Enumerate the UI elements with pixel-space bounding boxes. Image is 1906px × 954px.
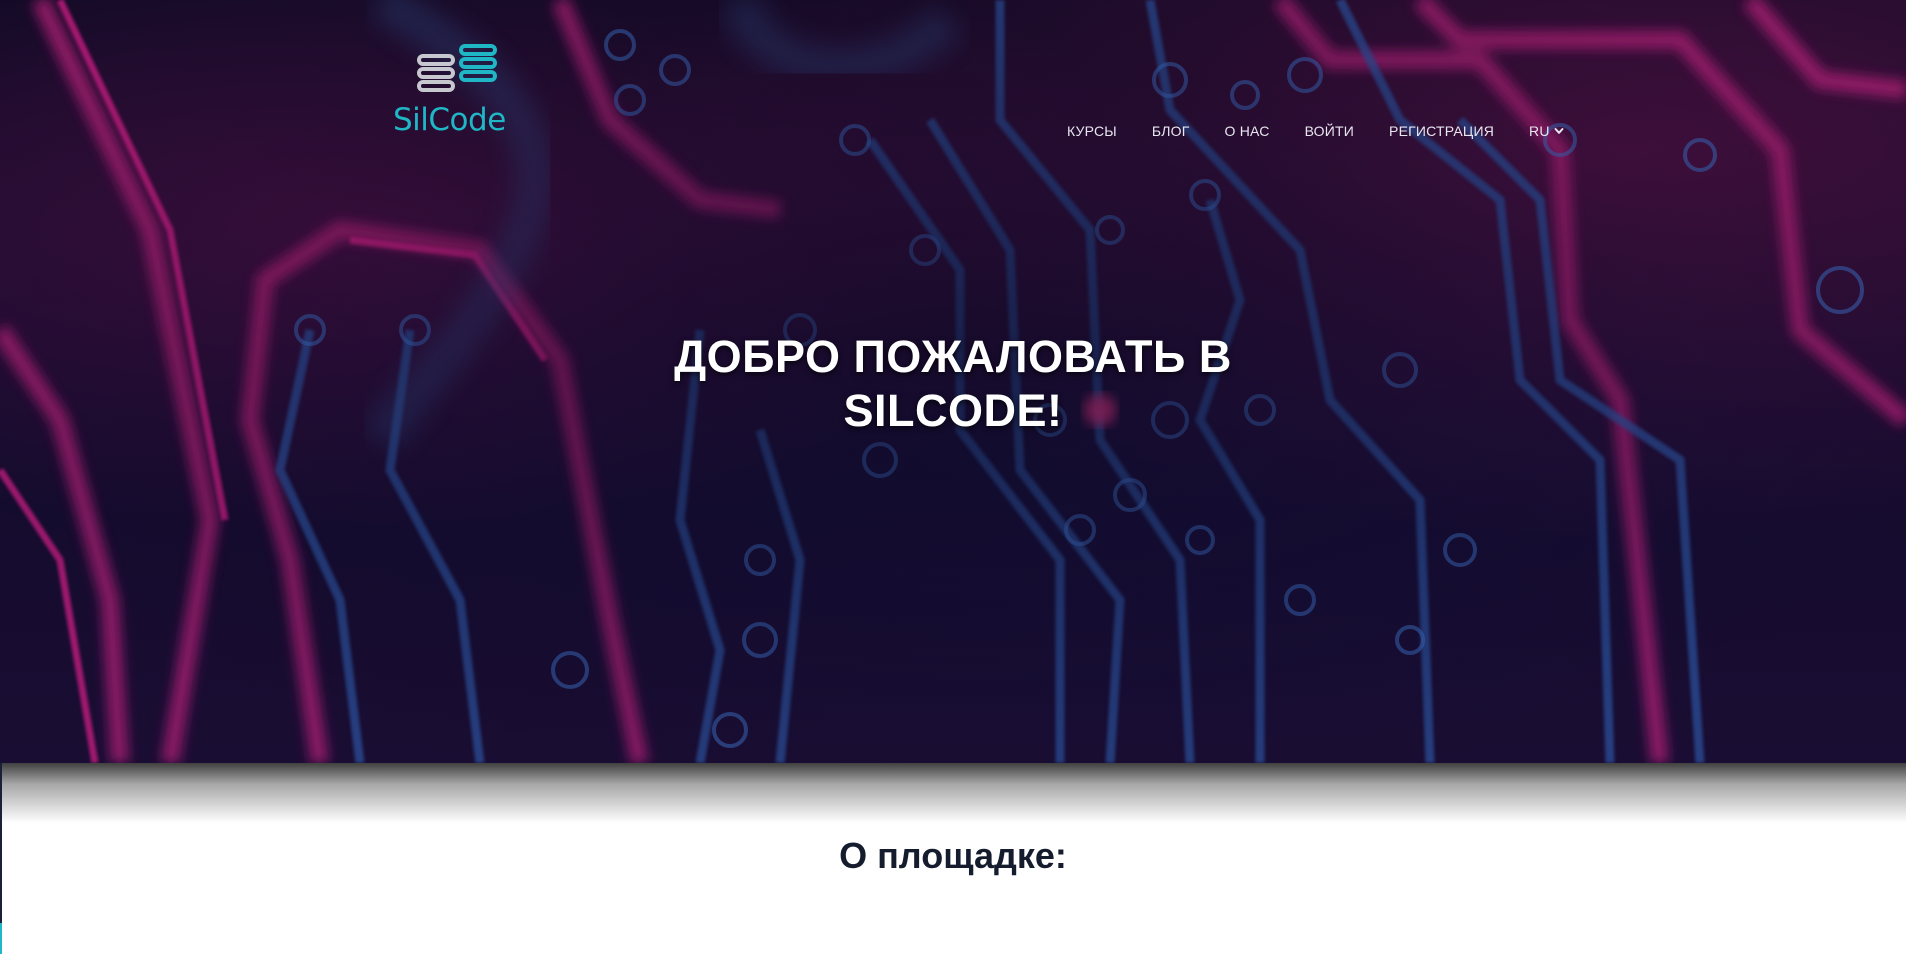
chevron-down-icon bbox=[1554, 128, 1564, 134]
hero-title-line1: ДОБРО ПОЖАЛОВАТЬ В bbox=[674, 331, 1232, 382]
about-section-title: О площадке: bbox=[839, 835, 1067, 876]
main-nav: КУРСЫ БЛОГ О НАС ВОЙТИ РЕГИСТРАЦИЯ RU bbox=[1067, 122, 1564, 140]
language-label: RU bbox=[1529, 123, 1550, 139]
hero-banner: SilCode КУРСЫ БЛОГ О НАС ВОЙТИ РЕГИСТРАЦ… bbox=[0, 0, 1906, 763]
nav-item-about[interactable]: О НАС bbox=[1225, 122, 1270, 140]
language-selector[interactable]: RU bbox=[1529, 122, 1564, 140]
nav-item-login[interactable]: ВОЙТИ bbox=[1305, 122, 1354, 140]
hero-title-line2: SILCODE! bbox=[843, 385, 1063, 436]
nav-item-register[interactable]: РЕГИСТРАЦИЯ bbox=[1389, 122, 1494, 140]
logo-text: SilCode bbox=[393, 102, 506, 138]
logo[interactable]: SilCode bbox=[393, 44, 528, 140]
nav-item-blog[interactable]: БЛОГ bbox=[1152, 122, 1190, 140]
nav-item-courses[interactable]: КУРСЫ bbox=[1067, 122, 1117, 140]
stacked-lines-logo-icon bbox=[417, 44, 497, 92]
page: SilCode КУРСЫ БЛОГ О НАС ВОЙТИ РЕГИСТРАЦ… bbox=[0, 0, 1906, 954]
hero-title: ДОБРО ПОЖАЛОВАТЬ В SILCODE! bbox=[553, 330, 1353, 438]
left-edge-accent-teal bbox=[0, 923, 2, 954]
hero-bottom-shadow bbox=[0, 763, 1906, 823]
